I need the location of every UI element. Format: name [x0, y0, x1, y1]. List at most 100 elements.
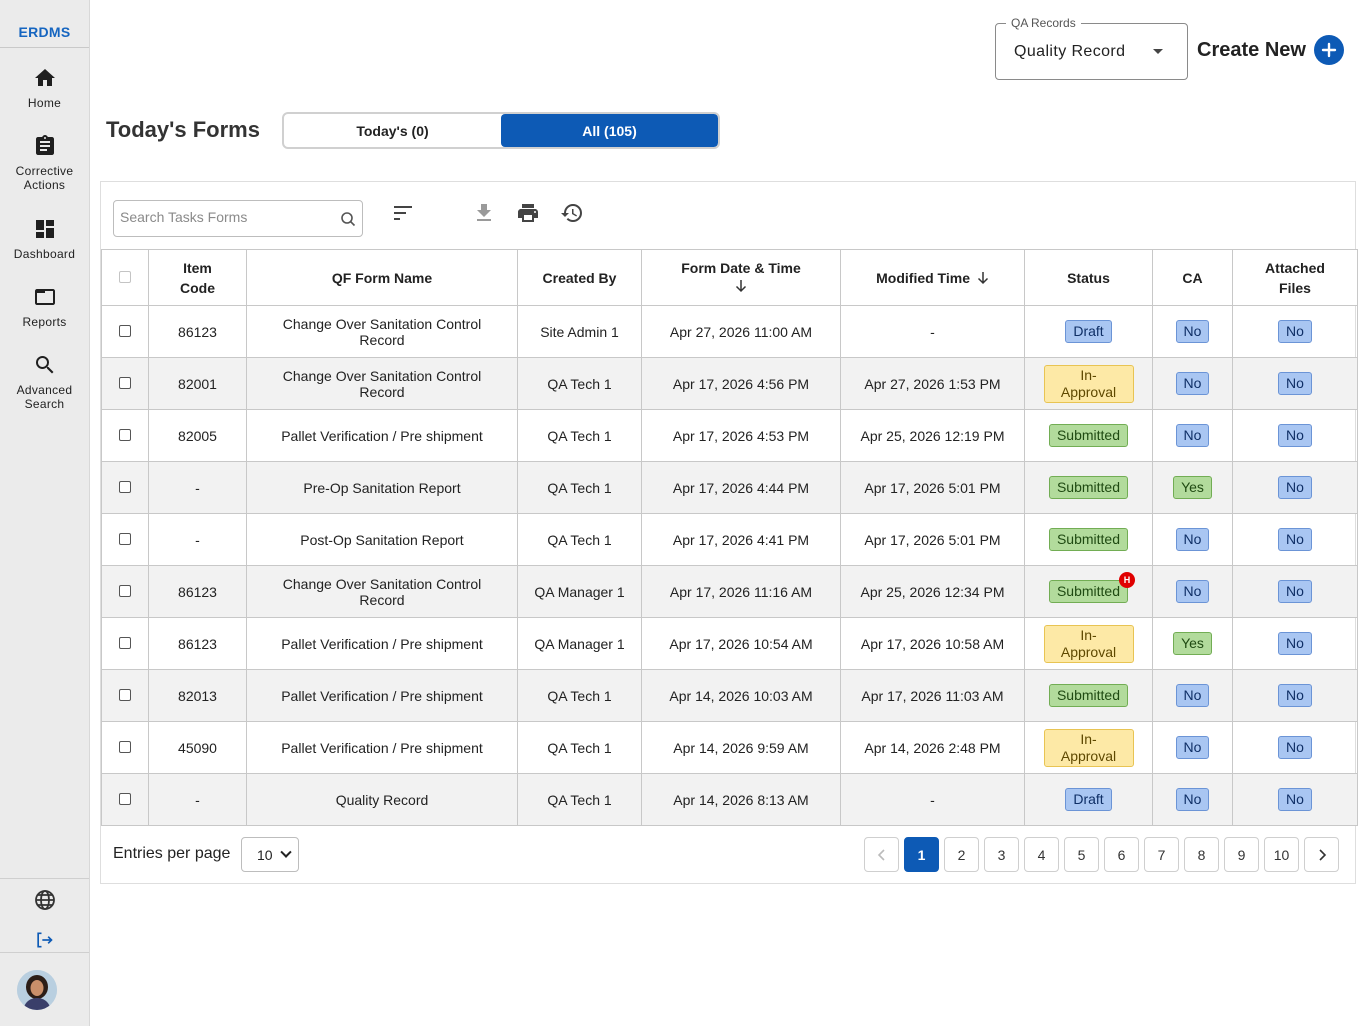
table-row[interactable]: 82001 Change Over Sanitation Control Rec…	[101, 357, 1358, 410]
attached-files-badge[interactable]: No	[1278, 580, 1312, 603]
row-checkbox[interactable]	[119, 532, 131, 545]
page-button[interactable]: 6	[1104, 837, 1139, 872]
page-button[interactable]: 3	[984, 837, 1019, 872]
form-name: Pallet Verification / Pre shipment	[281, 635, 483, 652]
column-header-modified-time[interactable]: Modified Time	[840, 249, 1025, 306]
form-name-cell[interactable]: Pallet Verification / Pre shipment	[246, 721, 518, 774]
header-checkbox-cell[interactable]	[101, 249, 149, 306]
form-name-cell[interactable]: Pallet Verification / Pre shipment	[246, 617, 518, 670]
column-header-ca[interactable]: CA	[1152, 249, 1233, 306]
row-checkbox[interactable]	[119, 480, 131, 493]
form-name-cell[interactable]: Change Over Sanitation Control Record	[246, 357, 518, 410]
ca-badge[interactable]: No	[1175, 372, 1210, 395]
row-checkbox[interactable]	[119, 376, 131, 389]
page-button[interactable]: 4	[1024, 837, 1059, 872]
globe-icon[interactable]	[33, 888, 57, 912]
sidebar-item-home[interactable]: Home	[0, 66, 89, 110]
form-name-cell[interactable]: Quality Record	[246, 773, 518, 826]
table-row[interactable]: - Post-Op Sanitation Report QA Tech 1 Ap…	[101, 513, 1358, 566]
row-checkbox[interactable]	[119, 792, 131, 805]
ca-badge[interactable]: No	[1175, 320, 1210, 343]
table-row[interactable]: 82005 Pallet Verification / Pre shipment…	[101, 409, 1358, 462]
attached-files-badge[interactable]: No	[1278, 736, 1312, 759]
ca-badge[interactable]: No	[1175, 684, 1210, 707]
ca-badge[interactable]: No	[1175, 788, 1210, 811]
form-name-cell[interactable]: Post-Op Sanitation Report	[246, 513, 518, 566]
page-button[interactable]: 9	[1224, 837, 1259, 872]
qa-records-select[interactable]: QA Records Quality Record	[995, 16, 1188, 80]
sidebar-item-corrective-actions[interactable]: Corrective Actions	[0, 134, 89, 192]
ca-badge[interactable]: No	[1175, 528, 1210, 551]
sidebar-item-dashboard[interactable]: Dashboard	[0, 217, 89, 261]
page-button[interactable]: 8	[1184, 837, 1219, 872]
page-button[interactable]: 1	[904, 837, 939, 872]
column-header-status[interactable]: Status	[1024, 249, 1153, 306]
ca-badge[interactable]: No	[1175, 580, 1210, 603]
form-name-cell[interactable]: Pre-Op Sanitation Report	[246, 461, 518, 514]
create-new-label: Create New	[1197, 38, 1306, 61]
entries-per-page-select[interactable]: 10	[241, 837, 299, 872]
attached-files-badge[interactable]: No	[1278, 632, 1312, 655]
attached-files-badge[interactable]: No	[1278, 476, 1312, 499]
download-icon[interactable]	[472, 201, 496, 225]
print-icon[interactable]	[516, 201, 540, 225]
sidebar-item-reports[interactable]: Reports	[0, 285, 89, 329]
create-new-button[interactable]: Create New	[1197, 35, 1344, 65]
modified-time-cell: Apr 25, 2026 12:34 PM	[840, 565, 1025, 618]
row-checkbox[interactable]	[119, 584, 131, 597]
row-checkbox[interactable]	[119, 636, 131, 649]
search-icon[interactable]	[340, 211, 356, 227]
form-name-cell[interactable]: Pallet Verification / Pre shipment	[246, 409, 518, 462]
row-checkbox[interactable]	[119, 740, 131, 753]
table-row[interactable]: 82013 Pallet Verification / Pre shipment…	[101, 669, 1358, 722]
column-header-form-name[interactable]: QF Form Name	[246, 249, 518, 306]
sidebar-item-advanced-search[interactable]: Advanced Search	[0, 353, 89, 411]
ca-badge[interactable]: No	[1175, 424, 1210, 447]
page-button[interactable]: 10	[1264, 837, 1299, 872]
sort-icon[interactable]	[391, 201, 415, 225]
row-checkbox[interactable]	[119, 428, 131, 441]
avatar[interactable]	[17, 970, 57, 1010]
row-checkbox[interactable]	[119, 324, 131, 337]
table-row[interactable]: - Pre-Op Sanitation Report QA Tech 1 Apr…	[101, 461, 1358, 514]
table-row[interactable]: 86123 Pallet Verification / Pre shipment…	[101, 617, 1358, 670]
column-header-created-by[interactable]: Created By	[517, 249, 642, 306]
column-header-item-code[interactable]: Item Code	[148, 249, 247, 306]
page-button[interactable]: 5	[1064, 837, 1099, 872]
attached-files-badge[interactable]: No	[1278, 320, 1312, 343]
page-button[interactable]: 2	[944, 837, 979, 872]
ca-badge[interactable]: No	[1175, 736, 1210, 759]
column-header-form-date[interactable]: Form Date & Time	[641, 249, 841, 306]
search-input[interactable]	[120, 209, 330, 225]
brand-logo: ERDMS	[0, 0, 89, 48]
table-row[interactable]: 45090 Pallet Verification / Pre shipment…	[101, 721, 1358, 774]
attached-files-badge[interactable]: No	[1278, 684, 1312, 707]
ca-badge[interactable]: Yes	[1173, 476, 1212, 499]
form-name-cell[interactable]: Change Over Sanitation Control Record	[246, 565, 518, 618]
row-checkbox[interactable]	[119, 688, 131, 701]
attached-files-badge[interactable]: No	[1278, 528, 1312, 551]
attached-files-badge[interactable]: No	[1278, 788, 1312, 811]
ca-badge[interactable]: Yes	[1173, 632, 1212, 655]
attached-files-cell: No	[1232, 773, 1358, 826]
row-checkbox-cell	[101, 409, 149, 462]
tab-all[interactable]: All (105)	[501, 114, 718, 147]
ca-cell: No	[1152, 721, 1233, 774]
select-all-checkbox[interactable]	[119, 270, 131, 283]
prev-page-button[interactable]	[864, 837, 899, 872]
form-name-cell[interactable]: Pallet Verification / Pre shipment	[246, 669, 518, 722]
column-header-attached-files[interactable]: Attached Files	[1232, 249, 1358, 306]
attached-files-badge[interactable]: No	[1278, 372, 1312, 395]
tab-today[interactable]: Today's (0)	[284, 114, 501, 147]
table-row[interactable]: 86123 Change Over Sanitation Control Rec…	[101, 565, 1358, 618]
form-name-cell[interactable]: Change Over Sanitation Control Record	[246, 305, 518, 358]
table-row[interactable]: 86123 Change Over Sanitation Control Rec…	[101, 305, 1358, 358]
attached-files-badge[interactable]: No	[1278, 424, 1312, 447]
next-page-button[interactable]	[1304, 837, 1339, 872]
table-row[interactable]: - Quality Record QA Tech 1 Apr 14, 2026 …	[101, 773, 1358, 826]
logout-icon[interactable]	[34, 930, 54, 950]
history-icon[interactable]	[560, 201, 584, 225]
page-button[interactable]: 7	[1144, 837, 1179, 872]
entries-per-page-label: Entries per page	[113, 845, 231, 862]
arrow-down-icon	[977, 271, 988, 284]
